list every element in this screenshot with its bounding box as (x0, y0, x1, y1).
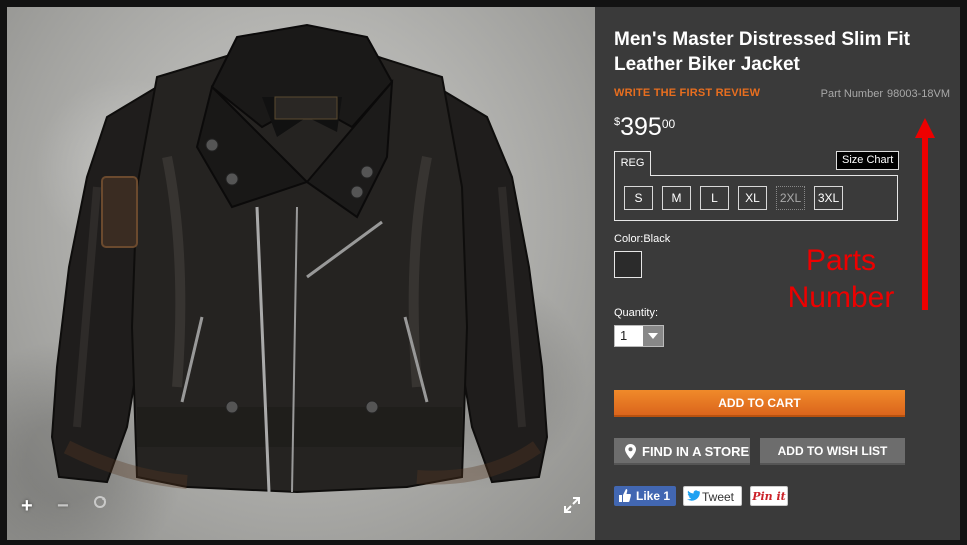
quantity-label: Quantity: (614, 307, 659, 319)
product-image-panel: + − (7, 7, 595, 540)
reset-zoom-icon[interactable] (92, 494, 108, 514)
write-review-link[interactable]: WRITE THE FIRST REVIEW (614, 87, 760, 99)
find-in-store-button[interactable]: FIND IN A STORE (614, 438, 750, 465)
fullscreen-icon[interactable] (563, 496, 581, 518)
product-price: $39500 (614, 113, 675, 141)
size-option-3xl[interactable]: 3XL (814, 186, 843, 210)
size-option-2xl[interactable]: 2XL (776, 186, 805, 210)
page: + − Men's Master Distressed Slim Fit Lea… (0, 0, 967, 545)
part-number: Part Number 98003-18VM (821, 88, 950, 100)
size-chart-button[interactable]: Size Chart (836, 151, 900, 170)
price-currency: $ (614, 116, 621, 128)
parts-number-annotation: Parts Number (781, 242, 901, 316)
size-option-m[interactable]: M (662, 186, 691, 210)
part-number-label: Part Number (820, 88, 883, 100)
tweet-label: Tweet (702, 490, 735, 504)
thumbs-up-icon (619, 489, 631, 502)
size-option-l[interactable]: L (700, 186, 729, 210)
zoom-out-button[interactable]: − (57, 496, 69, 516)
chevron-down-icon (643, 326, 663, 346)
size-tab-reg[interactable]: REG (614, 151, 651, 176)
add-to-cart-button[interactable]: ADD TO CART (614, 390, 905, 417)
size-selector: S M L XL 2XL 3XL (614, 175, 898, 221)
twitter-bird-icon (687, 490, 700, 501)
annotation-line-1: Parts (805, 244, 877, 277)
product-image (50, 23, 549, 494)
product-title: Men's Master Distressed Slim Fit Leather… (614, 29, 910, 75)
annotation-line-2: Number (787, 281, 895, 314)
zoom-in-button[interactable]: + (21, 496, 33, 516)
quantity-value: 1 (620, 328, 628, 343)
find-in-store-label: FIND IN A STORE (642, 444, 750, 459)
facebook-like-button[interactable]: Like 1 (614, 486, 676, 506)
tweet-button[interactable]: Tweet (683, 486, 742, 506)
pinterest-button[interactable]: Pin it (750, 486, 788, 506)
annotation-arrow-icon (915, 118, 935, 310)
map-pin-icon (625, 444, 636, 459)
color-label: Color:Black (614, 233, 671, 245)
part-number-value: 98003-18VM (887, 88, 950, 100)
size-option-s[interactable]: S (624, 186, 653, 210)
size-option-xl[interactable]: XL (738, 186, 767, 210)
product-info-panel: Men's Master Distressed Slim Fit Leather… (595, 7, 960, 540)
price-cents: 00 (661, 117, 676, 131)
price-whole: 395 (620, 113, 662, 141)
color-swatch-black[interactable] (614, 251, 642, 278)
add-to-wish-list-button[interactable]: ADD TO WISH LIST (760, 438, 905, 465)
facebook-like-label: Like 1 (636, 489, 671, 503)
quantity-select[interactable]: 1 (614, 325, 664, 347)
